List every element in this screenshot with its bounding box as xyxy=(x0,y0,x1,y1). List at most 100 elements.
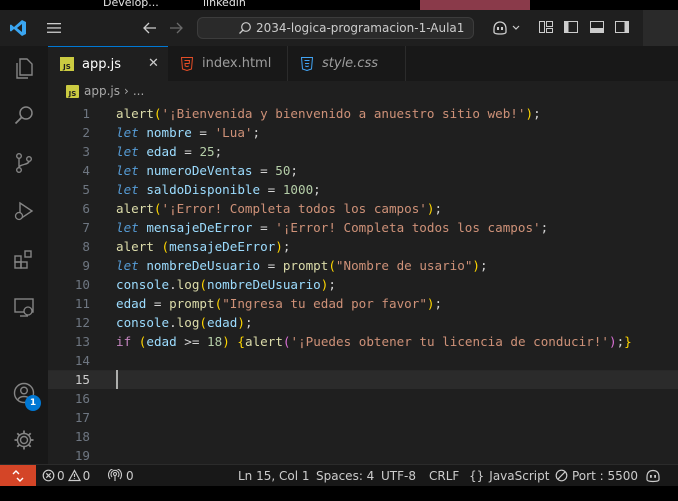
vscode-logo-icon xyxy=(8,18,28,38)
code-line[interactable]: 5 let saldoDisponible = 1000; xyxy=(48,180,678,199)
toggle-secondary-sidebar-icon[interactable] xyxy=(614,19,630,35)
code-token: numeroDeVentas xyxy=(146,163,253,178)
command-center-search[interactable]: 2034-logica-programacion-1-Aula1 xyxy=(197,17,474,39)
code-token: '¡Bienvenida y bienvenido a anuestro sit… xyxy=(161,106,526,121)
indentation[interactable]: Spaces: 4 xyxy=(316,465,374,486)
cursor-position[interactable]: Ln 15, Col 1 xyxy=(238,465,310,486)
back-arrow-icon[interactable] xyxy=(140,18,160,38)
line-number: 5 xyxy=(82,182,90,197)
problems-indicator[interactable]: 0 0 xyxy=(42,465,90,486)
extensions-icon[interactable] xyxy=(8,243,40,275)
code-line[interactable]: 18 xyxy=(48,427,678,446)
gear-icon[interactable] xyxy=(8,424,40,456)
code-token: ; xyxy=(434,201,443,216)
line-number: 7 xyxy=(82,220,90,235)
code-text: alert('¡Bienvenida y bienvenido a anuest… xyxy=(116,104,541,123)
menu-icon[interactable] xyxy=(44,18,64,38)
code-token: "Ingresa tu edad por favor" xyxy=(222,296,427,311)
encoding[interactable]: UTF-8 xyxy=(381,465,416,486)
browser-bookmarks-strip: Develop... linkedin xyxy=(0,0,678,10)
background-window-decoration xyxy=(420,0,530,10)
tab-app-js[interactable]: JS app.js ✕ xyxy=(48,46,168,81)
code-text: let saldoDisponible = 1000; xyxy=(116,180,321,199)
code-line[interactable]: 16 xyxy=(48,389,678,408)
code-token: ( xyxy=(199,315,208,330)
layout-customize-icon[interactable] xyxy=(538,19,554,35)
breadcrumb-file[interactable]: app.js xyxy=(84,84,120,98)
remote-indicator-button[interactable] xyxy=(0,465,36,486)
line-number: 19 xyxy=(74,448,90,463)
bookmark-develop[interactable]: Develop... xyxy=(103,0,159,9)
code-token: alert xyxy=(116,106,154,121)
code-token: = xyxy=(252,163,276,178)
copilot-status-icon[interactable] xyxy=(645,465,661,486)
forward-arrow-icon[interactable] xyxy=(166,18,186,38)
code-line[interactable]: 15 xyxy=(48,370,678,389)
line-number: 12 xyxy=(74,315,90,330)
code-token: ; xyxy=(313,182,321,197)
code-token: nombreDeUsuario xyxy=(146,258,261,273)
code-text: let nombreDeUsuario = prompt("Nombre de … xyxy=(116,256,488,275)
code-line[interactable]: 6 alert('¡Error! Completa todos los campo… xyxy=(48,199,678,218)
code-token: { xyxy=(237,334,245,349)
code-line[interactable]: 10 console.log(nombreDeUsuario); xyxy=(48,275,678,294)
code-token: ( xyxy=(199,277,208,292)
run-debug-icon[interactable] xyxy=(8,195,40,227)
search-icon[interactable] xyxy=(8,99,40,131)
live-server-port[interactable]: Port : 5500 xyxy=(555,465,638,486)
line-number: 6 xyxy=(82,201,90,216)
code-text: alert('¡Error! Completa todos los campos… xyxy=(116,199,442,218)
code-token: let xyxy=(116,220,139,235)
code-line[interactable]: 14 xyxy=(48,351,678,370)
copilot-icon[interactable] xyxy=(490,18,524,38)
code-token: = xyxy=(176,144,200,159)
tab-label: index.html xyxy=(202,56,272,71)
js-icon: JS xyxy=(66,84,79,98)
code-token: } xyxy=(624,334,632,349)
breadcrumb: JS app.js › ... xyxy=(48,81,678,101)
tab-index-html[interactable]: index.html xyxy=(168,46,288,81)
code-editor[interactable]: 1 alert('¡Bienvenida y bienvenido a anues… xyxy=(48,101,678,464)
code-text: edad = prompt("Ingresa tu edad por favor… xyxy=(116,294,442,313)
code-line[interactable]: 12 console.log(edad); xyxy=(48,313,678,332)
code-token: let xyxy=(116,163,139,178)
source-control-icon[interactable] xyxy=(8,147,40,179)
language-mode[interactable]: {} JavaScript xyxy=(469,465,549,486)
tab-style-css[interactable]: style.css xyxy=(288,46,406,81)
toggle-sidebar-icon[interactable] xyxy=(563,19,579,35)
code-token: ( xyxy=(328,258,336,273)
code-token: ; xyxy=(282,239,291,254)
explorer-icon[interactable] xyxy=(8,52,40,84)
code-token: '¡Puedes obtener tu licencia de conducir… xyxy=(290,334,609,349)
code-token: ) xyxy=(525,106,534,121)
code-line[interactable]: 7 let mensajeDeError = '¡Error! Completa … xyxy=(48,218,678,237)
code-line[interactable]: 11 edad = prompt("Ingresa tu edad por fav… xyxy=(48,294,678,313)
end-of-line[interactable]: CRLF xyxy=(429,465,459,486)
code-line[interactable]: 13 if (edad >= 18) {alert('¡Puedes obtene… xyxy=(48,332,678,351)
close-icon[interactable]: ✕ xyxy=(148,56,159,71)
css3-icon xyxy=(300,56,314,71)
code-line[interactable]: 4 let numeroDeVentas = 50; xyxy=(48,161,678,180)
title-bar: 2034-logica-programacion-1-Aula1 xyxy=(0,10,678,46)
code-token: '¡Error! Completa todos los campos' xyxy=(161,201,427,216)
line-number: 2 xyxy=(82,125,90,140)
remote-explorer-icon[interactable] xyxy=(8,291,40,323)
code-line[interactable]: 3 let edad = 25; xyxy=(48,142,678,161)
line-number: 13 xyxy=(74,334,90,349)
code-line[interactable]: 9 let nombreDeUsuario = prompt("Nombre de… xyxy=(48,256,678,275)
code-token: console xyxy=(116,277,170,292)
block-icon xyxy=(555,469,568,482)
toggle-panel-icon[interactable] xyxy=(589,19,605,35)
bookmark-linkedin[interactable]: linkedin xyxy=(203,0,246,9)
code-token: 18 xyxy=(207,334,223,349)
code-line[interactable]: 17 xyxy=(48,408,678,427)
code-line[interactable]: 2 let nombre = 'Lua'; xyxy=(48,123,678,142)
breadcrumb-symbols[interactable]: ... xyxy=(133,84,144,98)
code-line[interactable]: 19 xyxy=(48,446,678,465)
code-token: 'Lua' xyxy=(214,125,253,140)
code-token: let xyxy=(116,182,139,197)
code-line[interactable]: 8 alert (mensajeDeError); xyxy=(48,237,678,256)
braces-icon: {} xyxy=(469,468,485,483)
ports-indicator[interactable]: 0 xyxy=(108,465,134,486)
code-line[interactable]: 1 alert('¡Bienvenida y bienvenido a anues… xyxy=(48,104,678,123)
